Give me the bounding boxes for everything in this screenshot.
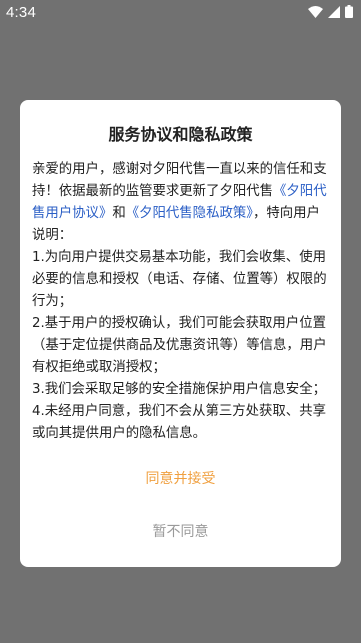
privacy-dialog: 服务协议和隐私政策 亲爱的用户，感谢对夕阳代售一直以来的信任和支持！依据最新的监… xyxy=(20,100,341,567)
status-time: 4:34 xyxy=(6,4,36,21)
privacy-policy-link[interactable]: 《夕阳代售隐私政策》 xyxy=(126,206,253,221)
point-2: 2.基于用户的授权确认，我们可能会获取用户位置（基于定位提供商品及优惠资讯等）等… xyxy=(32,316,327,375)
dialog-title: 服务协议和隐私政策 xyxy=(108,125,253,144)
accept-button[interactable]: 同意并接受 xyxy=(20,468,341,494)
wifi-icon xyxy=(308,5,323,18)
status-icons xyxy=(308,5,353,18)
battery-icon xyxy=(345,5,353,18)
reject-button[interactable]: 暂不同意 xyxy=(20,521,341,547)
point-4: 4.未经用户同意，我们不会从第三方处获取、共享或向其提供用户的隐私信息。 xyxy=(32,404,326,441)
and-text: 和 xyxy=(112,206,126,221)
dialog-body: 亲爱的用户，感谢对夕阳代售一直以来的信任和支持！依据最新的监管要求更新了夕阳代售… xyxy=(32,159,329,445)
intro-paragraph: 亲爱的用户，感谢对夕阳代售一直以来的信任和支持！依据最新的监管要求更新了夕阳代售… xyxy=(32,159,329,247)
point-3: 3.我们会采取足够的安全措施保护用户信息安全； xyxy=(32,382,326,397)
status-bar: 4:34 xyxy=(0,0,361,24)
signal-icon xyxy=(328,5,340,18)
point-1: 1.为向用户提供交易基本功能，我们会收集、使用必要的信息和授权（电话、存储、位置… xyxy=(32,250,327,309)
